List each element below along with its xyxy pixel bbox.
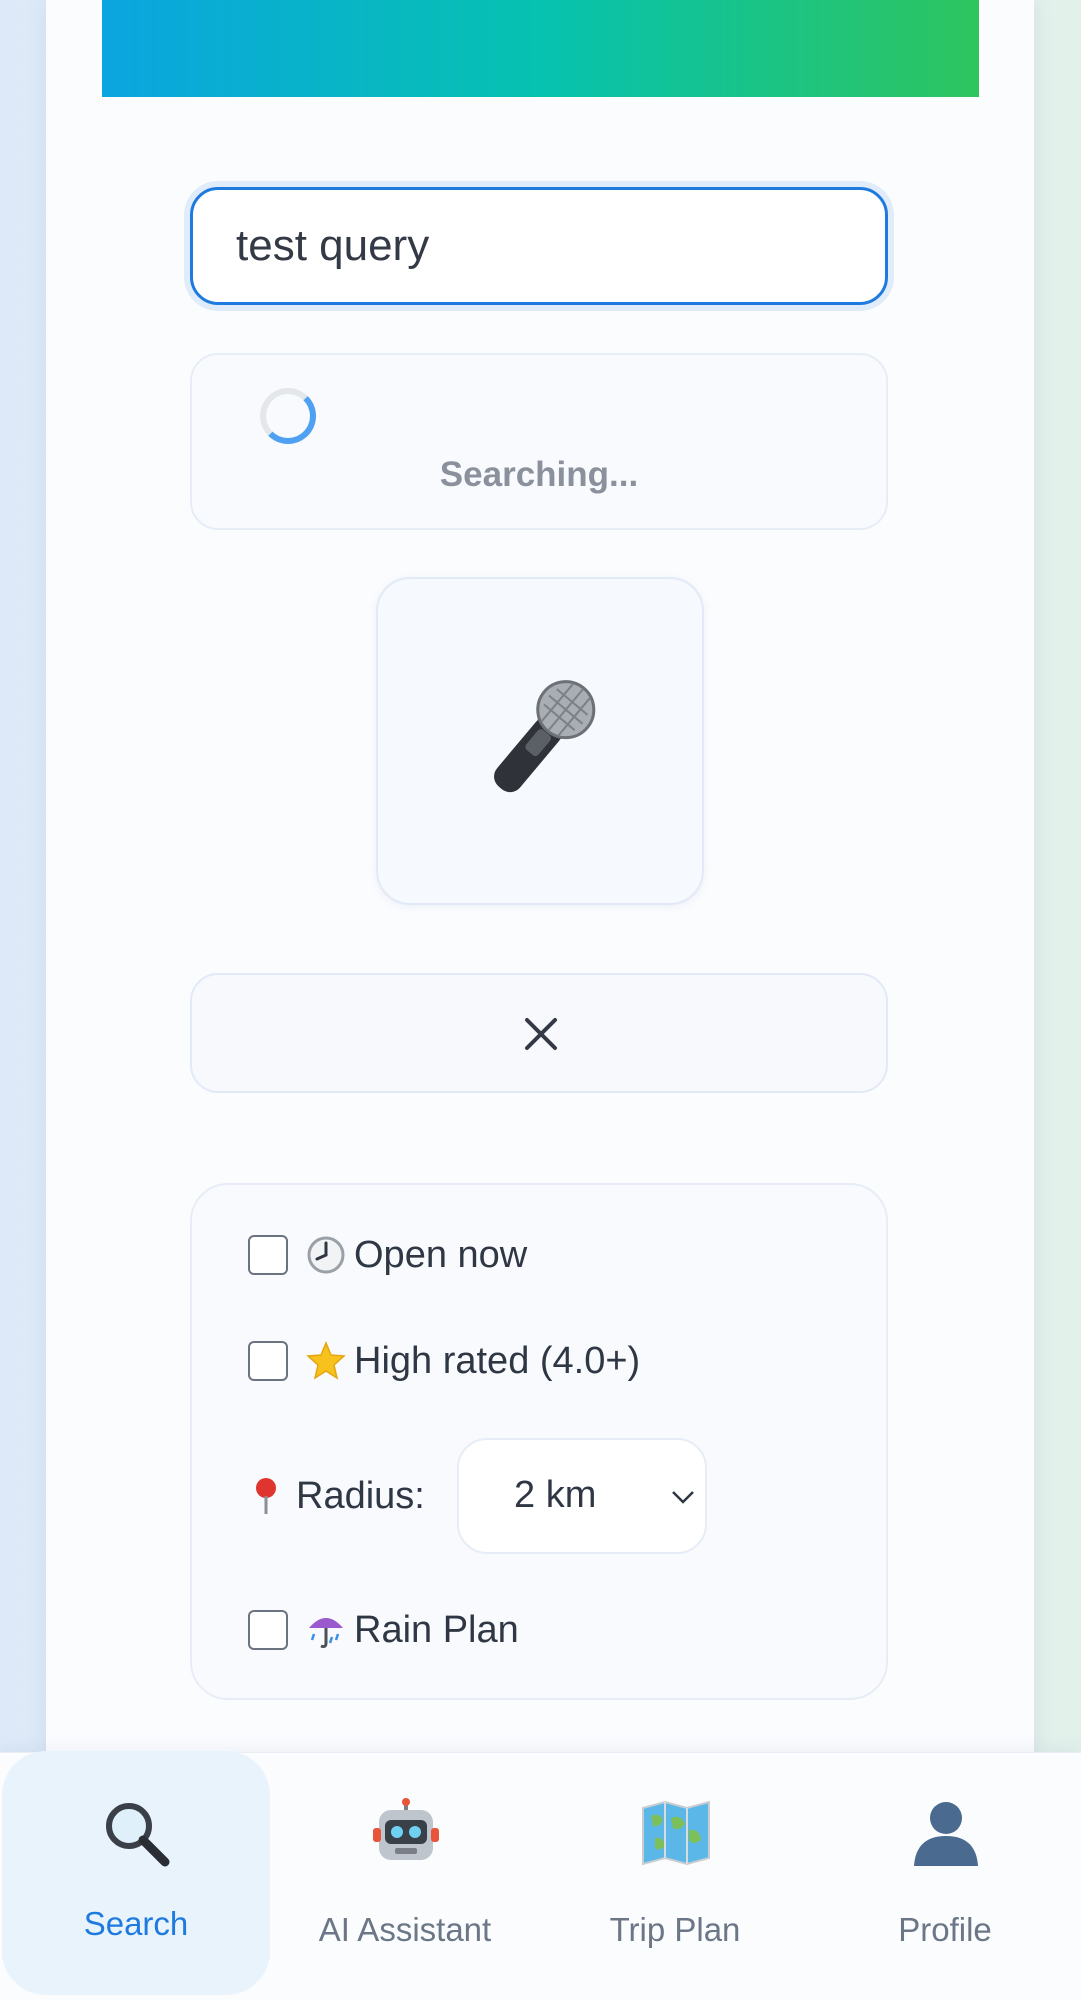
filter-open-now[interactable]: Open now (248, 1225, 527, 1285)
loading-text: Searching... (439, 455, 639, 494)
umbrella-icon (306, 1610, 346, 1650)
high-rated-checkbox[interactable] (248, 1341, 288, 1381)
map-icon (642, 1800, 710, 1866)
search-input[interactable] (190, 187, 888, 305)
star-icon (306, 1341, 346, 1381)
spinner-icon (260, 388, 316, 444)
nav-label-trip-plan: Trip Plan (609, 1911, 741, 1948)
open-now-checkbox[interactable] (248, 1235, 288, 1275)
voice-search-button[interactable] (376, 577, 704, 905)
bottom-nav: Search AI Assistant Trip Plan Profile (0, 1751, 1081, 2000)
filter-high-rated[interactable]: High rated (4.0+) (248, 1331, 640, 1391)
rain-plan-checkbox[interactable] (248, 1610, 288, 1650)
chevron-down-icon (672, 1491, 694, 1504)
microphone-icon (494, 680, 596, 793)
nav-label-ai-assistant: AI Assistant (318, 1911, 492, 1948)
radius-value: 2 km (514, 1474, 597, 1516)
nav-item-profile[interactable]: Profile (810, 1753, 1080, 2000)
nav-item-ai-assistant[interactable]: AI Assistant (270, 1753, 540, 2000)
radius-label: Radius: (296, 1474, 425, 1517)
search-icon (106, 1803, 170, 1867)
header-banner (102, 0, 979, 97)
clear-button[interactable] (190, 973, 888, 1093)
filters-panel: Open now High rated (4.0+) Radius: 2 km (190, 1183, 888, 1700)
nav-label-search: Search (83, 1905, 189, 1942)
high-rated-label: High rated (4.0+) (354, 1339, 641, 1382)
filter-rain-plan[interactable]: Rain Plan (248, 1600, 519, 1660)
clock-icon (306, 1235, 346, 1275)
nav-item-trip-plan[interactable]: Trip Plan (540, 1753, 810, 2000)
nav-label-profile: Profile (898, 1911, 992, 1948)
radius-select[interactable]: 2 km (457, 1438, 707, 1554)
filter-radius: Radius: (252, 1466, 425, 1526)
loading-indicator: Searching... (190, 353, 888, 530)
nav-item-search[interactable]: Search (2, 1751, 270, 1995)
open-now-label: Open now (354, 1233, 528, 1276)
rain-plan-label: Rain Plan (354, 1608, 519, 1651)
robot-icon (373, 1798, 439, 1860)
user-icon (914, 1802, 978, 1866)
close-icon (525, 1018, 557, 1050)
pin-icon (252, 1476, 280, 1516)
